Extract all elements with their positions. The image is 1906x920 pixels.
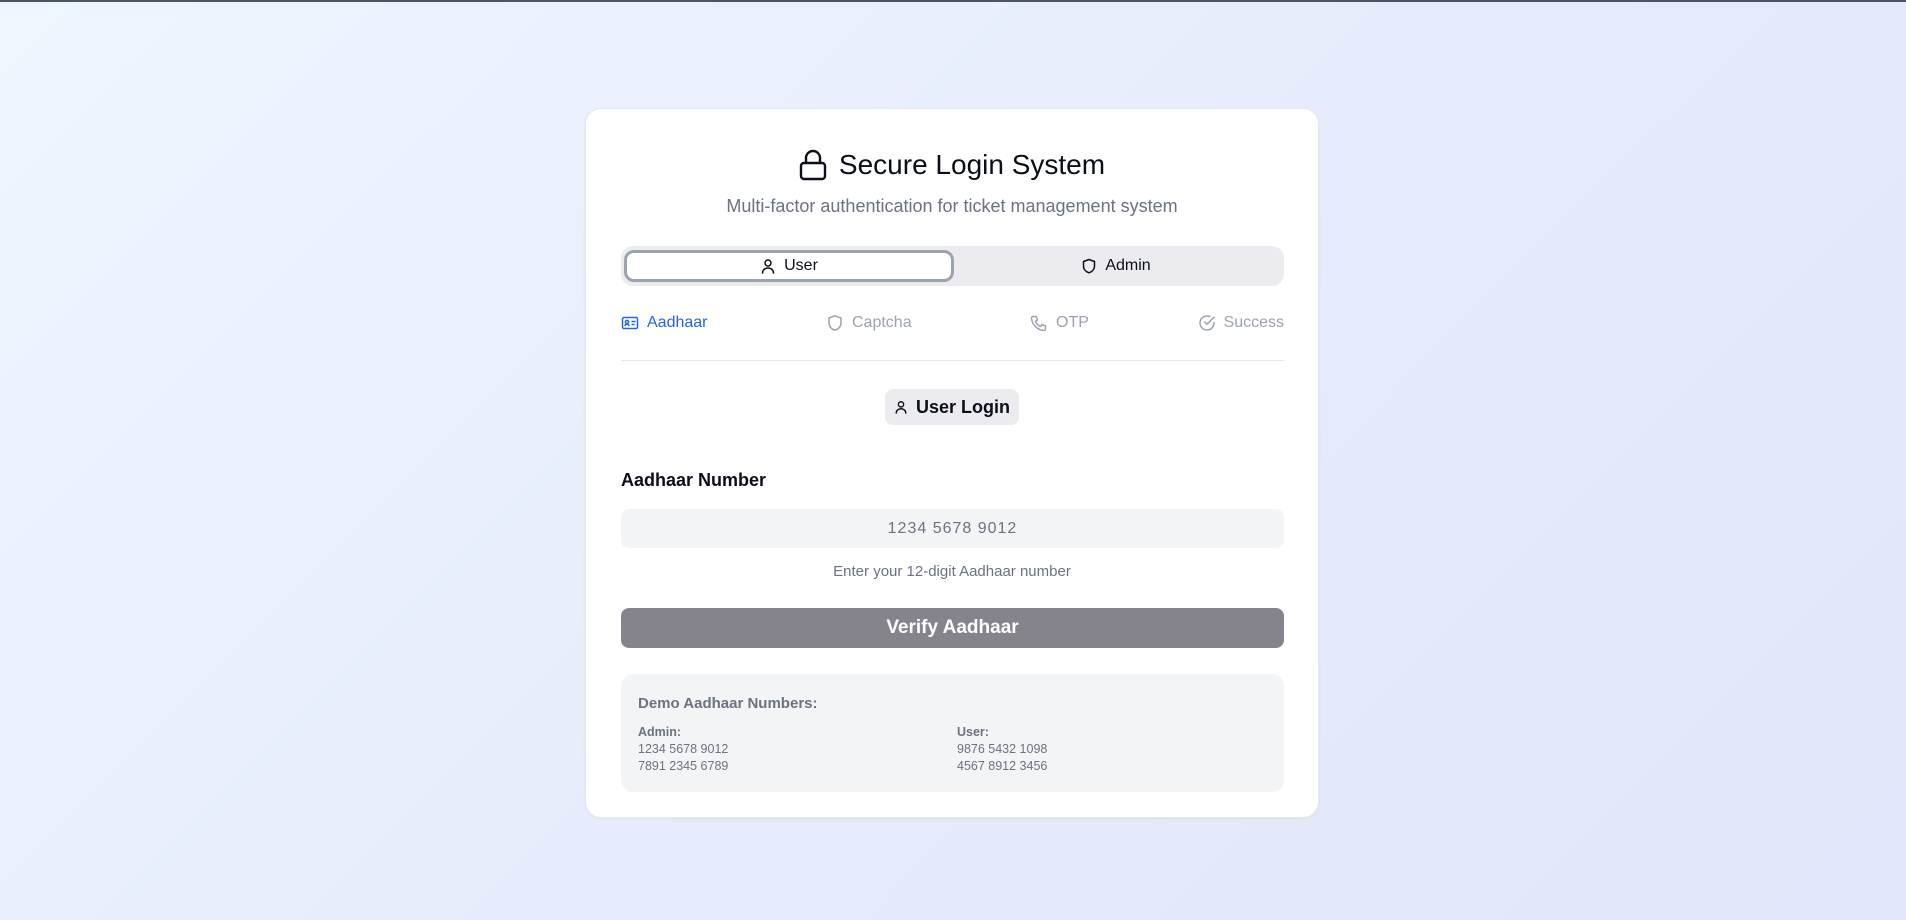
demo-user-number: 4567 8912 3456 — [957, 759, 1048, 773]
demo-user-column: User: 9876 5432 1098 4567 8912 3456 — [957, 724, 1047, 775]
role-tab-admin[interactable]: Admin — [951, 250, 1281, 282]
demo-numbers-panel: Demo Aadhaar Numbers: Admin: 1234 5678 9… — [621, 674, 1284, 792]
login-card: Secure Login System Multi-factor authent… — [585, 108, 1319, 818]
demo-user-label: User: — [957, 725, 989, 739]
demo-user-number: 9876 5432 1098 — [957, 742, 1048, 756]
user-icon — [761, 259, 775, 274]
window-top-border — [0, 0, 1906, 2]
progress-steps: Aadhaar Captcha OTP Success — [621, 314, 1284, 338]
demo-title: Demo Aadhaar Numbers: — [638, 695, 818, 712]
role-tab-admin-label: Admin — [1105, 257, 1151, 274]
demo-admin-label: Admin: — [638, 725, 682, 739]
step-success-label: Success — [1223, 314, 1284, 331]
steps-divider — [621, 360, 1284, 361]
demo-admin-column: Admin: 1234 5678 9012 7891 2345 6789 — [638, 724, 728, 775]
step-success: Success — [1198, 314, 1284, 332]
demo-admin-number: 7891 2345 6789 — [638, 759, 729, 773]
aadhaar-hint: Enter your 12-digit Aadhaar number — [833, 563, 1071, 580]
step-aadhaar: Aadhaar — [621, 314, 708, 332]
title-row: Secure Login System — [586, 145, 1318, 185]
id-card-icon — [621, 316, 639, 330]
page-subtitle: Multi-factor authentication for ticket m… — [726, 196, 1178, 216]
step-otp: OTP — [1030, 314, 1089, 332]
role-toggle: User Admin — [621, 246, 1284, 286]
login-mode-badge: User Login — [885, 389, 1019, 425]
page-title: Secure Login System — [838, 149, 1106, 180]
step-captcha: Captcha — [826, 314, 912, 332]
role-tab-user-label: User — [784, 257, 818, 274]
aadhaar-input[interactable] — [621, 509, 1284, 548]
role-tab-user[interactable]: User — [624, 250, 954, 282]
step-aadhaar-label: Aadhaar — [647, 314, 708, 331]
aadhaar-field-label: Aadhaar Number — [621, 470, 767, 490]
login-mode-label: User Login — [915, 396, 1010, 417]
demo-admin-number: 1234 5678 9012 — [638, 742, 729, 756]
verify-aadhaar-button[interactable]: Verify Aadhaar — [621, 608, 1284, 648]
check-circle-icon — [1198, 315, 1215, 331]
step-otp-label: OTP — [1056, 314, 1089, 331]
lock-icon — [799, 149, 827, 181]
shield-icon — [1083, 258, 1096, 274]
phone-icon — [1030, 315, 1047, 332]
user-icon — [895, 401, 907, 414]
step-captcha-label: Captcha — [852, 314, 912, 331]
shield-icon — [828, 315, 842, 331]
